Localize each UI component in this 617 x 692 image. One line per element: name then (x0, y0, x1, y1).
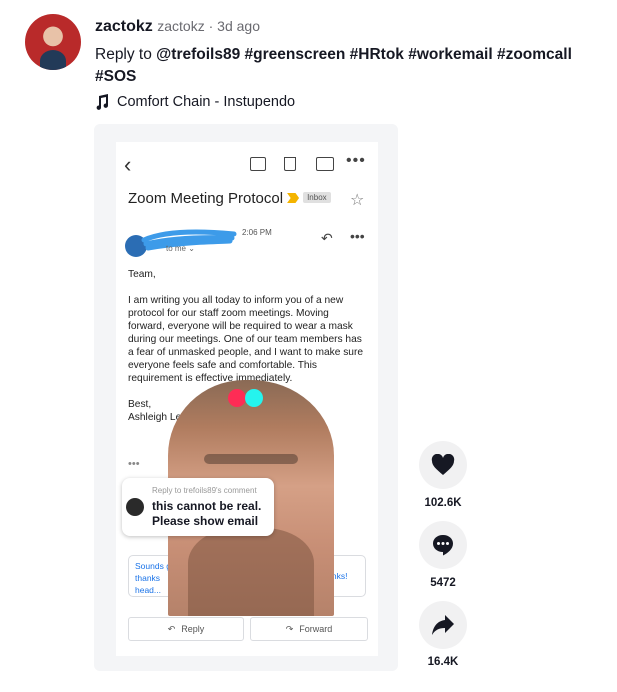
reply-sticker-text: this cannot be real. Please show email (152, 499, 262, 528)
avatar[interactable] (25, 14, 81, 70)
more-icon: ••• (350, 228, 365, 244)
subject-text: Zoom Meeting Protocol (128, 190, 284, 207)
reply-button: ↶ Reply (128, 617, 244, 641)
caption: Reply to @trefoils89 #greenscreen #HRtok… (95, 44, 595, 88)
more-icon: ••• (346, 152, 366, 169)
post-header: zactokz zactokz · 3d ago (95, 18, 260, 36)
star-icon: ☆ (350, 192, 365, 209)
email-time: 2:06 PM (242, 228, 272, 237)
email-subject: Zoom Meeting Protocol Inbox (128, 190, 331, 207)
reply-label: Reply (181, 624, 205, 634)
like-button[interactable] (419, 441, 467, 489)
mail-icon (316, 157, 334, 171)
comment-reply-sticker: Reply to trefoils89's comment this canno… (122, 478, 274, 536)
trash-icon (284, 157, 296, 171)
music-info[interactable]: Comfort Chain - Instupendo (95, 94, 295, 110)
sender-redaction-scribble (125, 229, 237, 257)
importance-icon (287, 193, 300, 203)
commenter-avatar (126, 498, 144, 516)
forward-icon: ↷ (285, 623, 294, 634)
reply-arrow-icon: ↶ (321, 230, 333, 246)
music-note-icon (96, 94, 109, 110)
forward-button: ↷ Forward (250, 617, 368, 641)
share-button[interactable] (419, 601, 467, 649)
inbox-label: Inbox (303, 192, 331, 203)
tiktok-dot-red (228, 389, 246, 407)
reply-sticker-header: Reply to trefoils89's comment (152, 486, 257, 495)
caption-prefix: Reply to (95, 46, 157, 63)
recipient-info: to me ⌄ (166, 244, 195, 253)
forward-label: Forward (299, 624, 333, 634)
username[interactable]: zactokz (95, 18, 153, 35)
archive-icon (250, 157, 266, 171)
comment-icon (433, 535, 453, 556)
music-title: Comfort Chain - Instupendo (117, 94, 296, 110)
mention-link[interactable]: @trefoils89 (156, 46, 240, 63)
post-meta: zactokz · 3d ago (157, 18, 260, 34)
comment-button[interactable] (419, 521, 467, 569)
share-icon (432, 615, 454, 635)
like-count: 102.6K (424, 497, 462, 509)
heart-icon (431, 454, 455, 475)
comment-count: 5472 (430, 577, 456, 589)
tiktok-dot-cyan (245, 389, 263, 407)
share-count: 16.4K (427, 656, 459, 668)
trimmed-content-icon: ••• (128, 458, 140, 470)
back-arrow-icon: ‹ (124, 152, 132, 177)
email-toolbar: ‹ ••• (116, 152, 378, 178)
reply-icon: ↶ (167, 623, 176, 634)
